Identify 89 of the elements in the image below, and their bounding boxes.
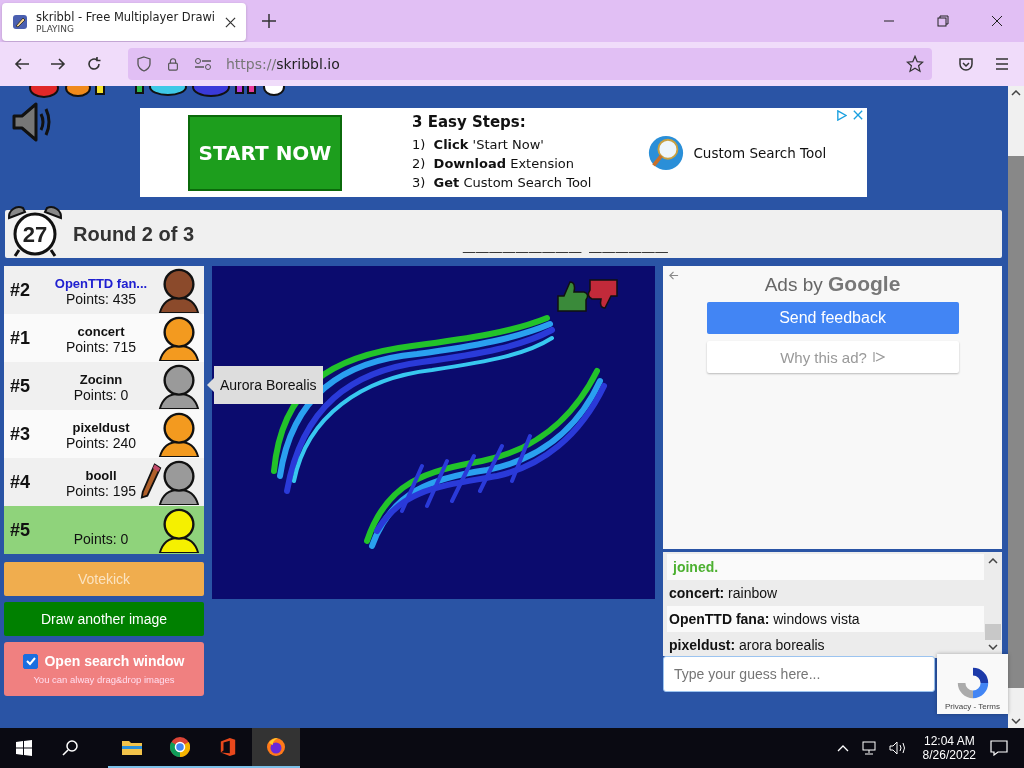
player-points: Points: 0	[73, 387, 129, 403]
thumbs-down-icon[interactable]	[587, 279, 618, 309]
page-scrollbar[interactable]	[1008, 86, 1024, 728]
player-points: Points: 0	[73, 531, 129, 547]
folder-icon[interactable]	[122, 739, 142, 755]
chat-message: joined.	[667, 554, 984, 580]
office-icon[interactable]	[219, 737, 237, 757]
ad-step: 2) Download Extension	[412, 154, 592, 173]
chevron-up-icon[interactable]	[988, 558, 998, 564]
player-name: concert	[77, 324, 125, 339]
tab-status: PLAYING	[36, 24, 75, 34]
checkbox[interactable]	[23, 653, 39, 669]
browser-tab[interactable]: skribbl - Free Multiplayer Drawi PLAYING	[2, 3, 246, 41]
adchoices-icon[interactable]	[836, 110, 847, 121]
player-points: Points: 195	[65, 483, 137, 499]
timer-text: 27	[21, 222, 49, 248]
taskbar-time[interactable]: 12:04 AM	[923, 734, 975, 748]
word-hint: _________ ______	[463, 230, 669, 256]
magnifier-icon	[647, 133, 686, 172]
firefox-icon[interactable]	[266, 737, 286, 757]
player-rank: #1	[10, 327, 32, 349]
player-row[interactable]: #2 OpenTTD fan... Points: 435	[4, 266, 204, 314]
permissions-icon[interactable]	[194, 57, 212, 71]
scrollbar-thumb[interactable]	[985, 624, 1001, 640]
player-rank: #2	[10, 279, 32, 301]
scrollbar-thumb[interactable]	[1008, 156, 1024, 688]
ad-banner[interactable]: START NOW 3 Easy Steps: 1) Click 'Start Now' 2) Download Extension 3) Get Custom Search Tool Custom Search Tool	[140, 108, 867, 197]
address-bar[interactable]: https://skribbl.io	[128, 48, 932, 80]
chevron-down-icon[interactable]	[1011, 718, 1021, 724]
thumbs-up-icon[interactable]	[557, 281, 589, 312]
player-rank: #5	[10, 519, 32, 541]
volume-icon[interactable]	[888, 741, 907, 755]
close-icon[interactable]	[991, 15, 1003, 27]
recaptcha-links[interactable]: Privacy - Terms	[945, 702, 1000, 711]
new-tab-icon[interactable]	[262, 14, 276, 28]
player-name: booll	[85, 468, 117, 483]
player-rank: #4	[10, 471, 32, 493]
player-points: Points: 240	[65, 435, 137, 451]
menu-icon[interactable]	[994, 56, 1010, 72]
notifications-icon[interactable]	[990, 740, 1008, 756]
player-name: OpenTTD fan...	[54, 276, 148, 291]
alarm-clock-icon	[5, 204, 65, 258]
back-icon[interactable]	[14, 56, 30, 72]
chevron-down-icon[interactable]	[988, 644, 998, 650]
player-row[interactable]: #4 booll Points: 195	[4, 458, 204, 506]
ad-heading: 3 Easy Steps:	[412, 113, 527, 131]
start-now-button[interactable]: START NOW	[188, 114, 342, 191]
player-row[interactable]: #1 concert Points: 715	[4, 314, 204, 362]
player-rank: #3	[10, 423, 32, 445]
player-row[interactable]: #5 Points: 0	[4, 506, 204, 554]
ads-by-google-text: Ads by Google	[764, 272, 901, 296]
search-option-hint: You can alway drag&drop images	[33, 674, 175, 685]
drawing-canvas[interactable]	[212, 266, 655, 599]
shield-icon[interactable]	[136, 56, 152, 72]
round-text: Round 2 of 3	[73, 222, 195, 246]
player-row[interactable]: #3 pixeldust Points: 240	[4, 410, 204, 458]
close-icon[interactable]	[225, 16, 236, 28]
star-icon[interactable]	[906, 55, 924, 73]
recaptcha-badge[interactable]: Privacy - Terms	[937, 654, 1008, 714]
url-text: https://skribbl.io	[226, 56, 340, 72]
ad-step: 3) Get Custom Search Tool	[412, 173, 592, 192]
taskbar-date[interactable]: 8/26/2022	[922, 748, 976, 762]
chrome-icon[interactable]	[170, 737, 190, 757]
player-points: Points: 435	[65, 291, 137, 307]
play-icon	[872, 351, 885, 363]
send-feedback-button[interactable]: Send feedback	[706, 302, 959, 334]
tooltip: Aurora Borealis	[214, 366, 323, 404]
pencil-favicon-icon	[12, 14, 28, 30]
reload-icon[interactable]	[86, 56, 102, 72]
chat-message: OpenTTD fana: windows vista	[667, 606, 984, 632]
pocket-icon[interactable]	[958, 56, 974, 72]
chevron-up-icon[interactable]	[1011, 90, 1021, 96]
player-points: Points: 715	[65, 339, 137, 355]
start-icon[interactable]	[16, 740, 32, 756]
restore-icon[interactable]	[937, 15, 949, 27]
ad-product-name: Custom Search Tool	[693, 144, 827, 161]
guess-input[interactable]: Type your guess here...	[663, 656, 935, 692]
player-name: Zocinn	[79, 372, 123, 387]
tab-title: skribbl - Free Multiplayer Drawi	[36, 10, 217, 24]
search-icon[interactable]	[62, 740, 78, 756]
lock-icon[interactable]	[166, 56, 180, 72]
draw-another-image-button[interactable]: Draw another image	[4, 602, 204, 636]
player-name: pixeldust	[72, 420, 130, 435]
tooltip-pointer-icon	[207, 378, 214, 392]
player-row[interactable]: #5 Zocinn Points: 0	[4, 362, 204, 410]
player-rank: #5	[10, 375, 32, 397]
ad-step: 1) Click 'Start Now'	[412, 135, 592, 154]
forward-icon[interactable]	[50, 56, 66, 72]
network-icon[interactable]	[860, 741, 877, 755]
